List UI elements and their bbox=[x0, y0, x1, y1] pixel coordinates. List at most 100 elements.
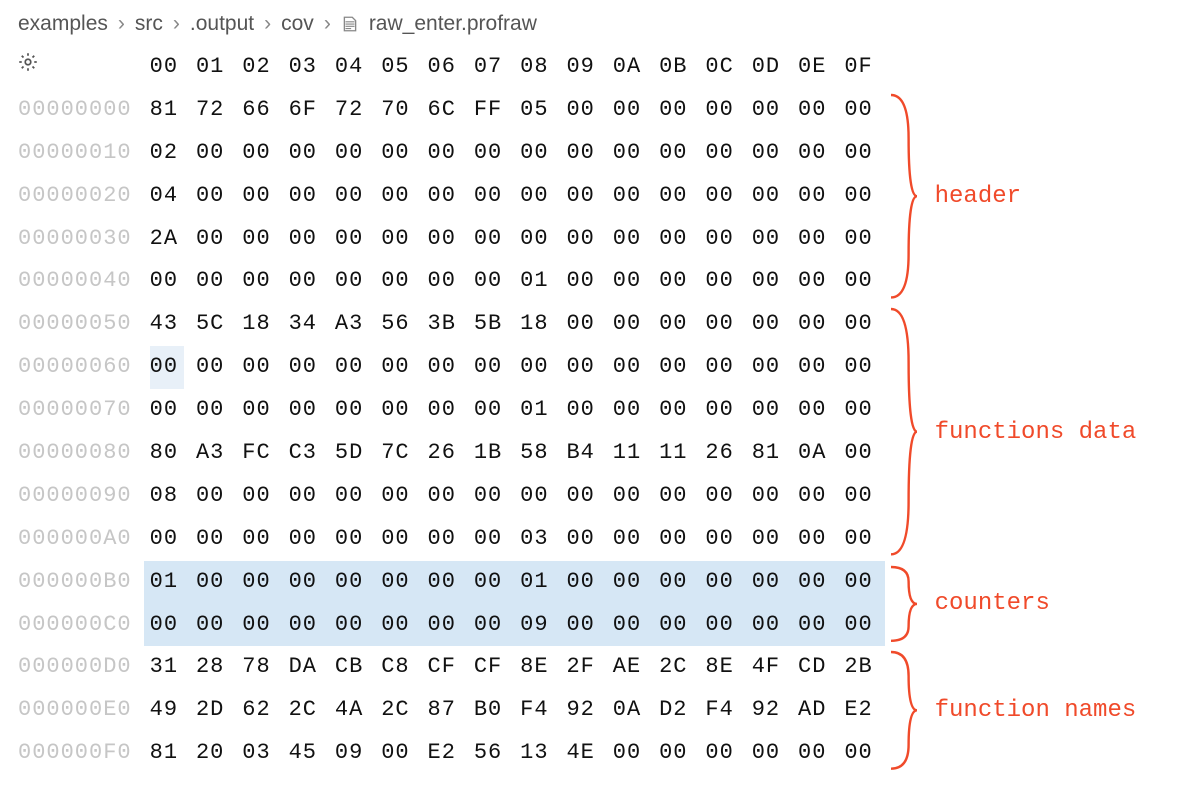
hex-byte[interactable]: 00 bbox=[474, 132, 508, 175]
hex-byte[interactable]: 00 bbox=[242, 518, 276, 561]
hex-byte[interactable]: 92 bbox=[752, 689, 786, 732]
hex-byte[interactable]: 00 bbox=[381, 218, 415, 261]
crumb-3[interactable]: cov bbox=[281, 12, 314, 36]
hex-byte[interactable]: 00 bbox=[705, 475, 739, 518]
hex-byte[interactable]: 00 bbox=[844, 346, 878, 389]
hex-byte[interactable]: 00 bbox=[381, 132, 415, 175]
hex-byte[interactable]: 00 bbox=[798, 475, 832, 518]
hex-byte[interactable]: 00 bbox=[335, 475, 369, 518]
hex-byte[interactable]: 00 bbox=[196, 218, 230, 261]
hex-byte[interactable]: 2B bbox=[844, 646, 878, 689]
hex-byte[interactable]: 00 bbox=[196, 561, 230, 604]
hex-byte[interactable]: 00 bbox=[566, 518, 600, 561]
hex-byte[interactable]: 18 bbox=[242, 303, 276, 346]
hex-byte[interactable]: 00 bbox=[798, 561, 832, 604]
hex-byte[interactable]: 5B bbox=[474, 303, 508, 346]
hex-byte[interactable]: 92 bbox=[566, 689, 600, 732]
hex-byte[interactable]: DA bbox=[289, 646, 323, 689]
hex-byte[interactable]: 49 bbox=[150, 689, 184, 732]
hex-byte[interactable]: 8E bbox=[520, 646, 554, 689]
hex-byte[interactable]: 2A bbox=[150, 218, 184, 261]
hex-byte[interactable]: 00 bbox=[844, 561, 878, 604]
hex-byte[interactable]: CD bbox=[798, 646, 832, 689]
hex-byte[interactable]: 20 bbox=[196, 732, 230, 775]
hex-byte[interactable]: CF bbox=[474, 646, 508, 689]
hex-byte[interactable]: 02 bbox=[150, 132, 184, 175]
hex-byte[interactable]: 26 bbox=[705, 432, 739, 475]
hex-byte[interactable]: 00 bbox=[844, 389, 878, 432]
hex-byte[interactable]: 0A bbox=[613, 689, 647, 732]
hex-byte[interactable]: 00 bbox=[613, 89, 647, 132]
hex-byte[interactable]: 00 bbox=[428, 475, 462, 518]
hex-byte[interactable]: 00 bbox=[659, 389, 693, 432]
hex-byte[interactable]: 00 bbox=[289, 260, 323, 303]
hex-byte[interactable]: 00 bbox=[381, 732, 415, 775]
hex-byte[interactable]: 81 bbox=[150, 89, 184, 132]
hex-byte[interactable]: 00 bbox=[381, 389, 415, 432]
hex-byte[interactable]: 00 bbox=[659, 218, 693, 261]
crumb-1[interactable]: src bbox=[135, 12, 163, 36]
hex-byte[interactable]: 00 bbox=[289, 218, 323, 261]
hex-byte[interactable]: 81 bbox=[150, 732, 184, 775]
hex-byte[interactable]: 01 bbox=[520, 260, 554, 303]
hex-byte[interactable]: 00 bbox=[613, 132, 647, 175]
hex-byte[interactable]: 11 bbox=[613, 432, 647, 475]
hex-byte[interactable]: 00 bbox=[705, 518, 739, 561]
hex-byte[interactable]: 00 bbox=[752, 175, 786, 218]
hex-byte[interactable]: 00 bbox=[844, 732, 878, 775]
hex-byte[interactable]: 00 bbox=[428, 260, 462, 303]
hex-byte[interactable]: 00 bbox=[289, 175, 323, 218]
hex-byte[interactable]: 00 bbox=[335, 518, 369, 561]
hex-byte[interactable]: 56 bbox=[474, 732, 508, 775]
hex-byte[interactable]: 00 bbox=[613, 303, 647, 346]
hex-byte[interactable]: 6C bbox=[428, 89, 462, 132]
hex-byte[interactable]: 31 bbox=[150, 646, 184, 689]
hex-byte[interactable]: 00 bbox=[381, 475, 415, 518]
hex-byte[interactable]: 00 bbox=[844, 303, 878, 346]
hex-byte[interactable]: 00 bbox=[289, 132, 323, 175]
hex-byte[interactable]: 00 bbox=[242, 561, 276, 604]
hex-byte[interactable]: 70 bbox=[381, 89, 415, 132]
hex-byte[interactable]: FC bbox=[242, 432, 276, 475]
hex-byte[interactable]: 00 bbox=[798, 346, 832, 389]
crumb-2[interactable]: .output bbox=[190, 12, 254, 36]
hex-byte[interactable]: 87 bbox=[428, 689, 462, 732]
gear-icon[interactable] bbox=[18, 54, 38, 79]
hex-byte[interactable]: 00 bbox=[752, 732, 786, 775]
hex-byte[interactable]: 00 bbox=[705, 389, 739, 432]
hex-byte[interactable]: 00 bbox=[428, 389, 462, 432]
hex-byte[interactable]: 00 bbox=[659, 561, 693, 604]
hex-byte[interactable]: 00 bbox=[520, 175, 554, 218]
hex-byte[interactable]: 00 bbox=[752, 389, 786, 432]
hex-byte[interactable]: 00 bbox=[659, 260, 693, 303]
hex-byte[interactable]: 00 bbox=[474, 604, 508, 647]
hex-byte[interactable]: 00 bbox=[798, 303, 832, 346]
hex-byte[interactable]: 00 bbox=[196, 132, 230, 175]
hex-byte[interactable]: 00 bbox=[613, 561, 647, 604]
hex-byte[interactable]: 00 bbox=[474, 346, 508, 389]
hex-byte[interactable]: 00 bbox=[381, 518, 415, 561]
hex-byte[interactable]: 00 bbox=[705, 218, 739, 261]
hex-byte[interactable]: 34 bbox=[289, 303, 323, 346]
crumb-0[interactable]: examples bbox=[18, 12, 108, 36]
hex-byte[interactable]: 00 bbox=[613, 218, 647, 261]
hex-byte[interactable]: 00 bbox=[752, 303, 786, 346]
hex-byte[interactable]: B0 bbox=[474, 689, 508, 732]
hex-byte[interactable]: 2C bbox=[289, 689, 323, 732]
hex-byte[interactable]: F4 bbox=[520, 689, 554, 732]
hex-byte[interactable]: 00 bbox=[705, 303, 739, 346]
hex-byte[interactable]: 00 bbox=[659, 346, 693, 389]
hex-byte[interactable]: 00 bbox=[474, 518, 508, 561]
hex-byte[interactable]: 00 bbox=[566, 604, 600, 647]
hex-byte[interactable]: 00 bbox=[150, 346, 184, 389]
hex-byte[interactable]: 09 bbox=[520, 604, 554, 647]
hex-byte[interactable]: 66 bbox=[242, 89, 276, 132]
hex-byte[interactable]: 13 bbox=[520, 732, 554, 775]
hex-byte[interactable]: 00 bbox=[289, 561, 323, 604]
hex-byte[interactable]: 72 bbox=[196, 89, 230, 132]
hex-byte[interactable]: 00 bbox=[705, 89, 739, 132]
hex-byte[interactable]: 5D bbox=[335, 432, 369, 475]
hex-byte[interactable]: 78 bbox=[242, 646, 276, 689]
hex-byte[interactable]: 00 bbox=[196, 175, 230, 218]
hex-byte[interactable]: 00 bbox=[752, 518, 786, 561]
